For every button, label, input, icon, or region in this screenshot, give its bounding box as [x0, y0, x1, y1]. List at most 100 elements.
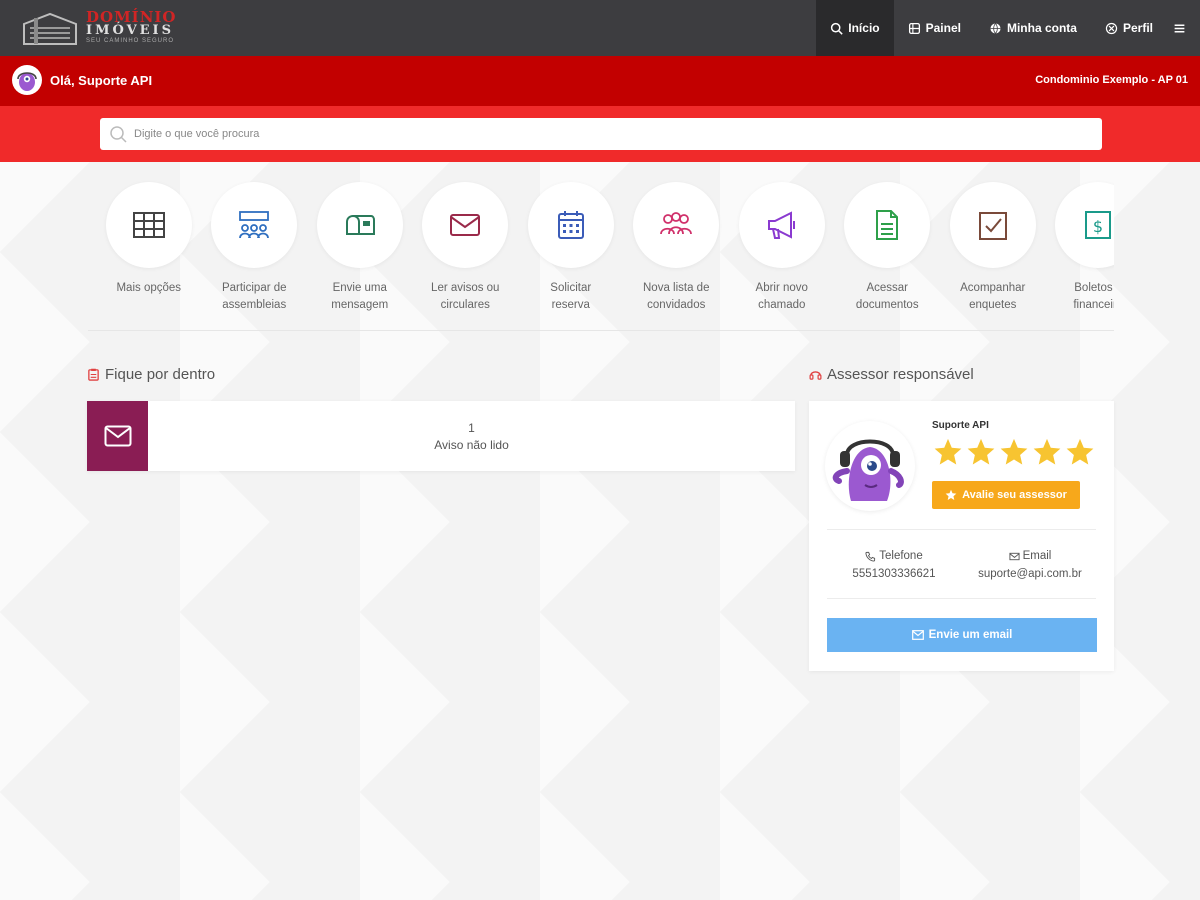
megaphone-icon: [767, 211, 795, 239]
user-circle-icon: [1105, 22, 1118, 34]
shortcut-label: Acompanhar enquetes: [960, 282, 1026, 311]
shortcut-label: Acessar documentos: [855, 282, 919, 311]
rating-stars: [933, 437, 1095, 467]
send-email-button[interactable]: Envie um email: [827, 618, 1097, 652]
advisor-phone: Telefone 5551303336621: [829, 547, 959, 583]
phone-value[interactable]: 5551303336621: [829, 565, 959, 583]
calendar-icon: [557, 211, 584, 239]
search-input[interactable]: [134, 120, 1074, 148]
search-icon: [831, 22, 843, 35]
shortcut-circle: [949, 182, 1036, 268]
nav-item-inicio[interactable]: Início: [816, 0, 894, 56]
phone-icon: [865, 551, 876, 562]
document-icon: [876, 210, 899, 240]
shortcut-circle: [844, 182, 931, 268]
rate-advisor-button[interactable]: Avalie seu assessor: [932, 481, 1080, 509]
advisor-name: Suporte API: [932, 420, 989, 431]
email-label-row: Email: [965, 547, 1095, 565]
advisor-card: Suporte API Avalie seu assessor Telefone…: [809, 401, 1114, 671]
card-divider: [827, 598, 1096, 599]
logo-title: DOMÍNIO: [86, 8, 177, 26]
shortcut-mensagem[interactable]: Envie uma mensagem: [307, 178, 413, 318]
shortcut-boletos[interactable]: $ Boletos e financeiro: [1046, 178, 1114, 318]
globe-icon: [990, 22, 1001, 34]
star-icon[interactable]: [933, 437, 963, 467]
shortcut-label: Abrir novo chamado: [755, 282, 808, 311]
shortcut-circle: [633, 182, 720, 268]
monster-avatar-icon: [17, 72, 37, 91]
shortcut-label: Solicitar reserva: [550, 282, 592, 311]
advisor-email: Email suporte@api.com.br: [965, 547, 1095, 583]
shortcut-label: Ler avisos ou circulares: [431, 282, 500, 311]
shortcut-enquetes[interactable]: Acompanhar enquetes: [940, 178, 1046, 318]
envelope-icon: [104, 425, 131, 447]
shortcut-convidados[interactable]: Nova lista de convidados: [624, 178, 730, 318]
greeting-bar: Olá, Suporte API Condominio Exemplo - AP…: [0, 56, 1200, 106]
shortcut-label: Boletos e financeiro: [1073, 282, 1114, 311]
section-divider: [88, 330, 1114, 331]
top-navbar: DOMÍNIO IMÓVEIS SEU CAMINHO SEGURO Iníci…: [0, 0, 1200, 56]
shortcut-circle: $: [1055, 182, 1114, 268]
shortcuts-carousel[interactable]: Mais opções Participar de assembleias En…: [96, 178, 1114, 318]
envelope-icon: [450, 214, 481, 236]
shortcut-label: Mais opções: [116, 282, 182, 294]
shortcut-reserva[interactable]: Solicitar reserva: [518, 178, 624, 318]
clipboard-icon: [88, 368, 99, 381]
svg-text:$: $: [1093, 217, 1103, 236]
shortcut-chamado[interactable]: Abrir novo chamado: [729, 178, 835, 318]
card-divider: [827, 529, 1096, 530]
star-icon[interactable]: [1032, 437, 1062, 467]
email-value[interactable]: suporte@api.com.br: [965, 565, 1095, 583]
main-nav: Início Painel Minha conta Perfil: [816, 0, 1200, 56]
shortcut-circle: [738, 182, 825, 268]
envelope-icon: [911, 630, 924, 640]
star-icon: [945, 489, 957, 500]
email-label: Email: [1022, 550, 1052, 562]
search-box: [100, 118, 1102, 150]
send-email-label: Envie um email: [928, 629, 1013, 641]
phone-label: Telefone: [879, 550, 923, 562]
shortcut-circle: [422, 182, 509, 268]
mailbox-icon: [345, 215, 375, 235]
unread-notice-card[interactable]: 1 Aviso não lido: [87, 401, 795, 471]
nav-item-perfil[interactable]: Perfil: [1091, 0, 1167, 56]
advisor-title: Assessor responsável: [827, 366, 974, 383]
star-icon[interactable]: [966, 437, 996, 467]
shortcut-mais-opcoes[interactable]: Mais opções: [96, 178, 202, 318]
logo-house-icon: [23, 12, 77, 45]
monster-avatar-icon: [832, 439, 904, 501]
user-avatar[interactable]: [12, 65, 42, 95]
shortcut-circle: [105, 182, 192, 268]
nav-item-label: Início: [848, 21, 880, 35]
logo-subtitle: IMÓVEIS: [86, 23, 175, 38]
unit-selector[interactable]: Condominio Exemplo - AP 01: [1035, 74, 1188, 86]
logo-tagline: SEU CAMINHO SEGURO: [86, 38, 175, 44]
nav-item-minha-conta[interactable]: Minha conta: [975, 0, 1091, 56]
shortcut-circle: [211, 182, 298, 268]
search-bar: [0, 106, 1200, 162]
dollar-icon: $: [1085, 211, 1112, 239]
shortcut-circle: [527, 182, 614, 268]
shortcut-label: Participar de assembleias: [221, 282, 287, 311]
greeting-text: Olá, Suporte API: [50, 73, 153, 88]
shortcut-assembleias[interactable]: Participar de assembleias: [202, 178, 308, 318]
star-icon[interactable]: [1065, 437, 1095, 467]
updates-title: Fique por dentro: [105, 366, 216, 383]
notice-icon-box: [87, 401, 148, 471]
group-icon: [660, 212, 693, 235]
advisor-avatar: [825, 421, 915, 511]
star-icon[interactable]: [999, 437, 1029, 467]
hamburger-menu-button[interactable]: [1167, 0, 1200, 56]
shortcut-circle: [316, 182, 403, 268]
rate-advisor-label: Avalie seu assessor: [962, 489, 1067, 501]
headset-icon: [809, 371, 822, 380]
hamburger-icon: [1174, 24, 1185, 32]
search-icon: [110, 126, 127, 143]
nav-item-painel[interactable]: Painel: [894, 0, 975, 56]
shortcut-documentos[interactable]: Acessar documentos: [835, 178, 941, 318]
envelope-icon: [1009, 552, 1020, 560]
shortcut-avisos[interactable]: Ler avisos ou circulares: [413, 178, 519, 318]
brand-logo[interactable]: DOMÍNIO IMÓVEIS SEU CAMINHO SEGURO: [20, 8, 182, 48]
phone-label-row: Telefone: [829, 547, 959, 565]
advisor-section-title: Assessor responsável: [809, 366, 974, 383]
